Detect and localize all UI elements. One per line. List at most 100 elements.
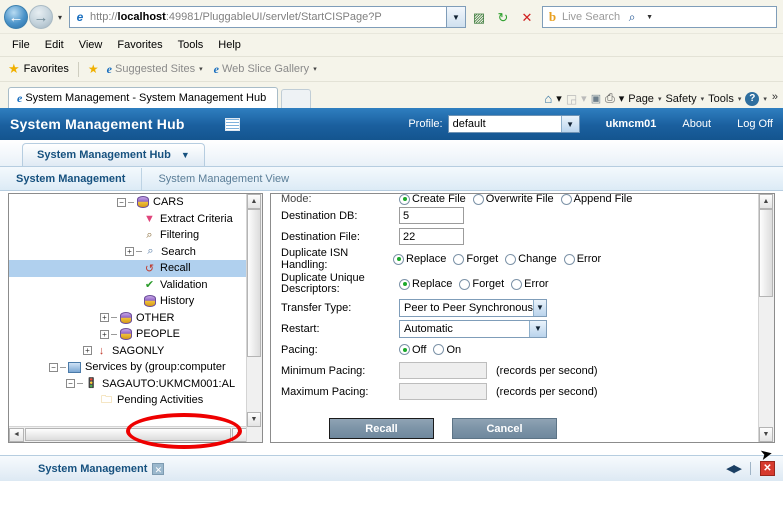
overflow-chevron-icon[interactable]: » — [772, 91, 778, 103]
collapse-toggle-icon[interactable]: − — [66, 379, 75, 389]
feeds-icon[interactable]: ◲ — [566, 92, 577, 106]
radio-icon[interactable] — [560, 194, 572, 205]
isn-option-forget[interactable]: Forget — [453, 253, 498, 265]
forward-arrow-icon[interactable]: → — [29, 5, 53, 29]
recent-pages-caret-icon[interactable]: ▾ — [53, 13, 67, 22]
cancel-button[interactable]: Cancel — [452, 418, 557, 439]
scroll-right-icon[interactable]: ► — [232, 427, 247, 442]
subtab-system-management[interactable]: System Management — [0, 168, 141, 190]
help-menu[interactable]: ? ▾ — [745, 91, 767, 106]
v-scroll-thumb[interactable] — [247, 209, 261, 357]
expand-toggle-icon[interactable]: + — [83, 346, 92, 356]
tree-node-recall[interactable]: ↺ Recall — [9, 260, 247, 277]
scroll-down-icon[interactable]: ▼ — [759, 427, 773, 442]
tree-node-sagauto[interactable]: − 🚦 SAGAUTO:UKMCM001:AL — [9, 376, 247, 393]
tree-vertical-scrollbar[interactable]: ▲ ▼ — [246, 194, 262, 442]
search-dropdown-caret-icon[interactable]: ▼ — [644, 14, 655, 21]
grid-icon[interactable] — [224, 117, 240, 131]
radio-icon[interactable] — [399, 194, 410, 205]
bottom-tab-label[interactable]: System Management — [38, 463, 147, 475]
menu-item-help[interactable]: Help — [218, 39, 241, 51]
radio-icon[interactable] — [399, 278, 410, 290]
chevron-down-icon[interactable]: ▼ — [181, 150, 190, 160]
tree-node-history[interactable]: History — [9, 293, 247, 310]
suggested-sites-button[interactable]: e Suggested Sites ▾ — [107, 62, 203, 77]
radio-icon[interactable] — [399, 344, 410, 355]
chevron-down-icon[interactable]: ▼ — [533, 299, 546, 316]
home-caret-icon[interactable]: ▾ — [556, 92, 562, 105]
chevron-down-icon[interactable]: ▼ — [560, 116, 579, 132]
mode-option-overwrite-file[interactable]: Overwrite File — [472, 194, 554, 205]
restart-dropdown[interactable]: Automatic ▼ — [399, 319, 547, 338]
mode-option-create-file[interactable]: Create File — [399, 194, 466, 205]
menu-item-file[interactable]: File — [12, 39, 30, 51]
radio-icon[interactable] — [433, 344, 445, 355]
isn-option-change[interactable]: Change — [505, 253, 557, 265]
print-icon[interactable]: ⎙ — [605, 91, 615, 106]
radio-icon[interactable] — [505, 253, 517, 265]
back-arrow-icon[interactable]: ← — [4, 5, 28, 29]
about-link[interactable]: About — [682, 118, 711, 130]
tree-node-search[interactable]: + ⌕ Search — [9, 244, 247, 261]
menu-item-edit[interactable]: Edit — [45, 39, 64, 51]
search-input[interactable]: b Live Search ⌕ ▼ — [542, 6, 777, 28]
add-to-favorites-icon[interactable]: ★ — [88, 62, 99, 76]
mode-option-append-file[interactable]: Append File — [560, 194, 632, 205]
compatibility-view-icon[interactable]: ▨ — [468, 6, 490, 28]
menu-item-view[interactable]: View — [79, 39, 103, 51]
pacing-option-off[interactable]: Off — [399, 344, 426, 356]
radio-icon[interactable] — [563, 253, 575, 265]
radio-icon[interactable] — [393, 253, 404, 265]
tree-node-filtering[interactable]: ⌕ Filtering — [9, 227, 247, 244]
scroll-left-icon[interactable]: ◄ — [9, 427, 24, 442]
tree-node-services-by-group[interactable]: − Services by (group:computer — [9, 359, 247, 376]
chevron-down-icon[interactable]: ▼ — [529, 320, 546, 337]
favorites-button[interactable]: Favorites — [24, 63, 69, 75]
v-scroll-thumb[interactable] — [759, 209, 773, 297]
menu-item-tools[interactable]: Tools — [178, 39, 204, 51]
tree-node-cars[interactable]: − CARS — [9, 194, 247, 211]
tree-node-extract-criteria[interactable]: ▼ Extract Criteria — [9, 211, 247, 228]
profile-dropdown[interactable]: default ▼ — [447, 115, 580, 133]
scroll-up-icon[interactable]: ▲ — [247, 194, 261, 209]
expand-toggle-icon[interactable]: + — [100, 329, 109, 339]
scroll-down-icon[interactable]: ▼ — [247, 412, 261, 427]
h-scroll-thumb[interactable] — [25, 428, 231, 441]
home-icon[interactable]: ⌂ — [544, 91, 552, 106]
browser-tab[interactable]: e System Management - System Management … — [8, 87, 278, 108]
dud-option-forget[interactable]: Forget — [459, 278, 504, 290]
recall-button[interactable]: Recall — [329, 418, 434, 439]
radio-icon[interactable] — [453, 253, 465, 265]
tree-node-other[interactable]: + OTHER — [9, 310, 247, 327]
address-dropdown-caret-icon[interactable]: ▼ — [446, 7, 465, 27]
destination-db-input[interactable]: 5 — [399, 207, 464, 224]
radio-icon[interactable] — [511, 278, 523, 290]
expand-toggle-icon[interactable]: + — [125, 247, 134, 257]
stop-icon[interactable]: ✕ — [516, 6, 538, 28]
refresh-icon[interactable]: ↻ — [492, 6, 514, 28]
tree-node-pending-activities[interactable]: 🗀 Pending Activities — [9, 392, 247, 409]
tree-node-validation[interactable]: ✔ Validation — [9, 277, 247, 294]
search-icon[interactable]: ⌕ — [620, 6, 644, 28]
tree-node-people[interactable]: + PEOPLE — [9, 326, 247, 343]
expand-toggle-icon[interactable]: + — [100, 313, 109, 323]
tab-system-management-hub[interactable]: System Management Hub ▼ — [22, 143, 205, 166]
collapse-toggle-icon[interactable]: − — [117, 197, 126, 207]
collapse-toggle-icon[interactable]: − — [49, 362, 58, 372]
nav-prev-icon[interactable]: ◀ — [726, 462, 735, 475]
isn-option-replace[interactable]: Replace — [393, 253, 446, 265]
scroll-up-icon[interactable]: ▲ — [759, 194, 773, 209]
nav-next-icon[interactable]: ▶ — [734, 462, 743, 475]
dud-option-replace[interactable]: Replace — [399, 278, 452, 290]
logoff-link[interactable]: Log Off — [737, 118, 773, 130]
transfer-type-dropdown[interactable]: Peer to Peer Synchronous ▼ — [399, 298, 547, 317]
print-caret-icon[interactable]: ▾ — [619, 92, 625, 105]
dud-option-error[interactable]: Error — [511, 278, 549, 290]
maximum-pacing-input[interactable] — [399, 383, 487, 400]
web-slice-gallery-button[interactable]: e Web Slice Gallery ▾ — [214, 62, 317, 77]
address-bar[interactable]: e http://localhost:49981/PluggableUI/ser… — [69, 6, 466, 28]
destination-file-input[interactable]: 22 — [399, 228, 464, 245]
tools-menu[interactable]: Tools ▾ — [708, 93, 741, 105]
new-tab-button[interactable] — [281, 89, 311, 108]
page-menu[interactable]: Page ▾ — [628, 93, 661, 105]
